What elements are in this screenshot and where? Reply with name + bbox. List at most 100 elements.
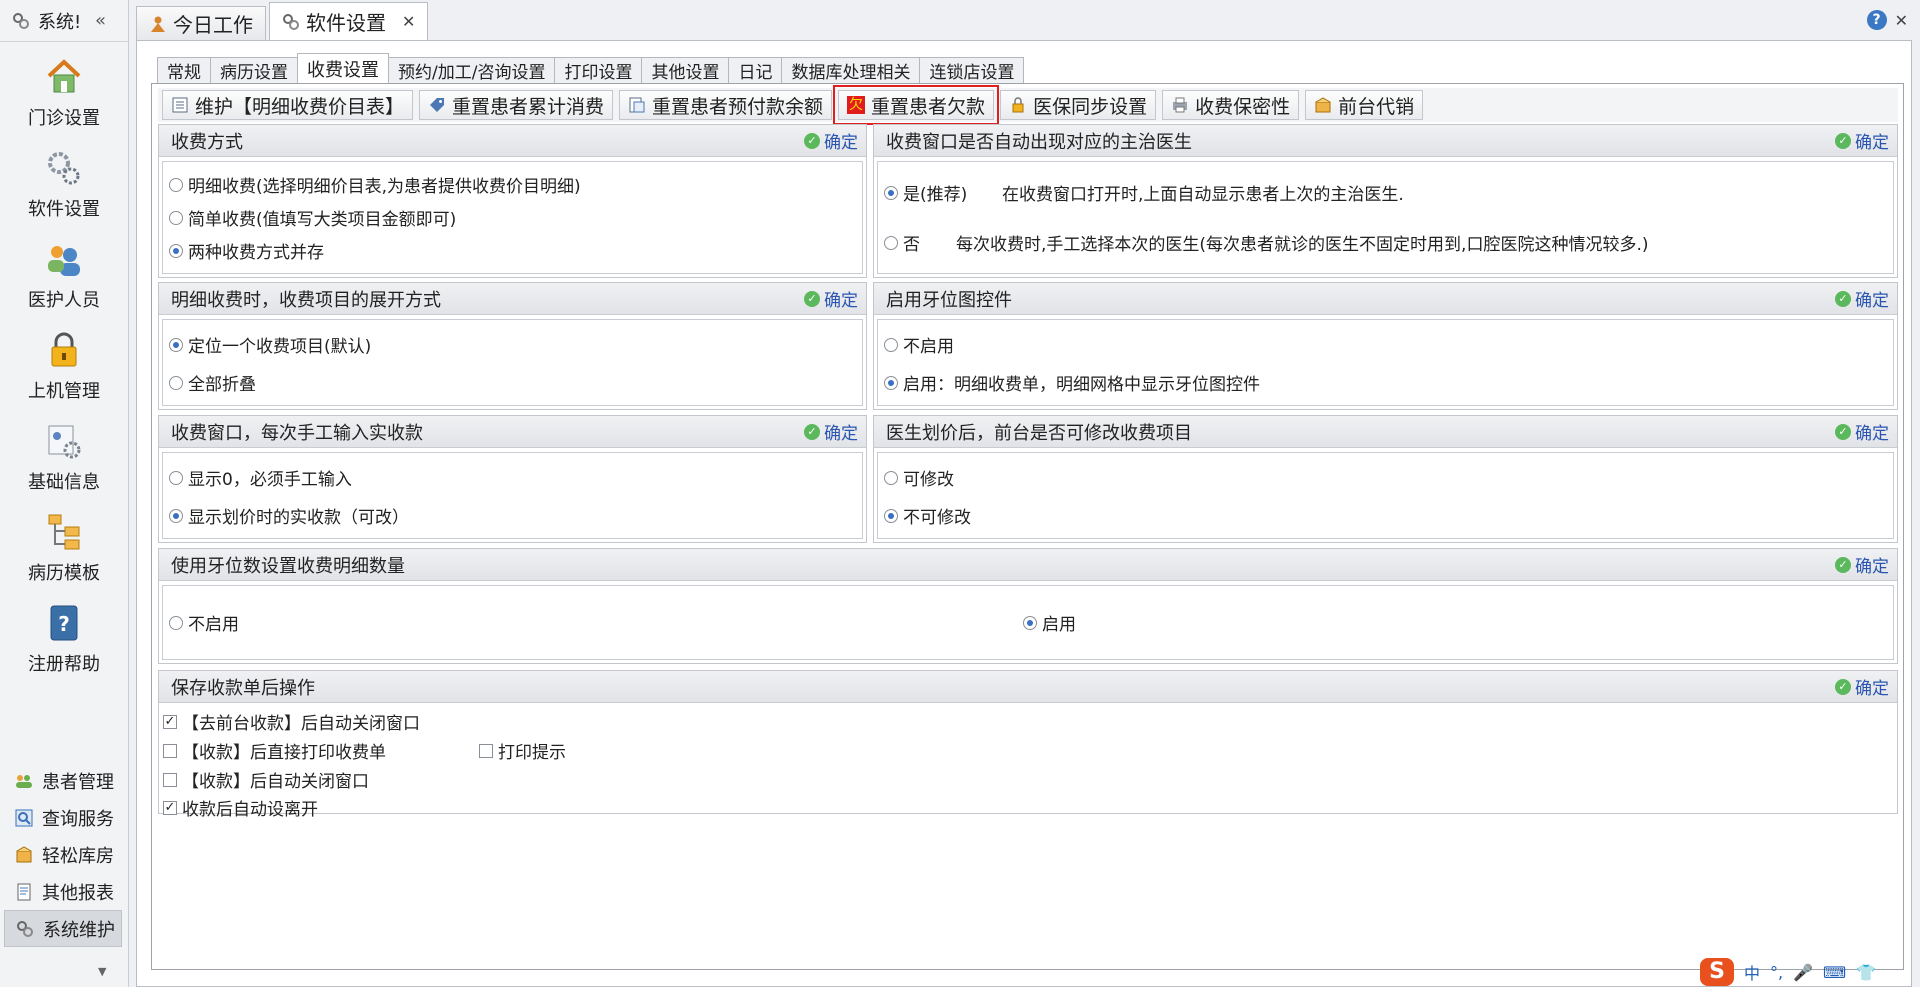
check-icon: ✓ (1835, 678, 1851, 695)
radio-indicator (884, 337, 898, 352)
tab-fee-settings[interactable]: 收费设置 (297, 53, 389, 83)
document-icon (629, 97, 645, 113)
nav-software-settings[interactable]: 软件设置 (9, 143, 119, 234)
radio-show-zero[interactable]: 显示0，必须手工输入 (169, 465, 352, 490)
check-set-leave-after-payment[interactable]: ✓ 收款后自动设离开 (163, 795, 318, 820)
radio-both-fee[interactable]: 两种收费方式并存 (169, 238, 324, 263)
radio-detail-fee[interactable]: 明细收费(选择明细价目表,为患者提供收费价目明细) (169, 172, 581, 197)
tab-chain-store[interactable]: 连锁店设置 (919, 57, 1025, 83)
radio-indicator (884, 470, 898, 485)
nav-label: 上机管理 (28, 381, 100, 402)
help-icon[interactable]: ? (1866, 10, 1887, 30)
close-tab-button[interactable]: ✕ (402, 12, 415, 31)
check-print-prompt[interactable]: 打印提示 (479, 738, 566, 763)
confirm-button[interactable]: ✓ 确定 (804, 286, 858, 311)
module-label: 轻松库房 (42, 845, 114, 867)
sogou-logo-icon[interactable]: S (1700, 958, 1734, 986)
radio-modifiable[interactable]: 可修改 (884, 465, 954, 490)
sidebar-more-button[interactable]: ▼ (98, 965, 106, 978)
option-label: 打印提示 (498, 743, 566, 763)
confirm-label: 确定 (1855, 291, 1889, 311)
nav-medical-staff[interactable]: 医护人员 (9, 234, 119, 325)
settings-tabs: 常规 病历设置 收费设置 预约/加工/咨询设置 打印设置 其他设置 日记 数据库… (157, 53, 1025, 83)
confirm-button[interactable]: ✓ 确定 (1835, 674, 1889, 699)
confirm-button[interactable]: ✓ 确定 (804, 128, 858, 153)
sidebar-modules: 患者管理 查询服务 轻松库房 其他报表 系统维护 (4, 762, 122, 947)
sidebar-header: 系统! « (0, 0, 128, 42)
tab-today-work[interactable]: 今日工作 (136, 6, 266, 40)
panel-body: 可修改 不可修改 (877, 452, 1894, 539)
radio-tooth-count-off[interactable]: 不启用 (169, 610, 239, 635)
confirm-button[interactable]: ✓ 确定 (1835, 128, 1889, 153)
radio-indicator (169, 470, 183, 485)
radio-auto-doctor-yes[interactable]: 是(推荐) 在收费窗口打开时,上面自动显示患者上次的主治医生. (884, 180, 1404, 205)
nav-record-templates[interactable]: 病历模板 (9, 507, 119, 598)
tab-database[interactable]: 数据库处理相关 (781, 57, 921, 83)
tab-general[interactable]: 常规 (157, 57, 211, 83)
reset-patient-debt-button[interactable]: 欠 重置患者欠款 (833, 85, 1000, 125)
confirm-button[interactable]: ✓ 确定 (1835, 419, 1889, 444)
ime-mode[interactable]: 中 (1744, 960, 1760, 984)
box-icon (16, 845, 32, 862)
radio-auto-doctor-no[interactable]: 否 每次收费时,手工选择本次的医生(每次患者就诊的医生不固定时用到,口腔医院这种情… (884, 230, 1648, 255)
fee-confidentiality-button[interactable]: 收费保密性 (1162, 90, 1300, 120)
tab-label: 今日工作 (173, 13, 253, 37)
check-icon: ✓ (1835, 423, 1851, 440)
option-label: 简单收费(值填写大类项目金额即可) (188, 210, 457, 230)
nav-basic-info[interactable]: 基础信息 (9, 416, 119, 507)
tab-medical-record-settings[interactable]: 病历设置 (210, 57, 298, 83)
check-close-after-frontdesk[interactable]: ✓ 【去前台收款】后自动关闭窗口 (163, 709, 420, 734)
module-easy-warehouse[interactable]: 轻松库房 (4, 836, 122, 873)
panel-fee-method: 收费方式 ✓ 确定 明细收费(选择明细价目表,为患者提供收费价目明细) 简单收费(… (158, 124, 867, 278)
check-close-after-payment[interactable]: 【收款】后自动关闭窗口 (163, 767, 369, 792)
module-patient-management[interactable]: 患者管理 (4, 762, 122, 799)
module-query-service[interactable]: 查询服务 (4, 799, 122, 836)
insurance-sync-settings-button[interactable]: 医保同步设置 (1000, 90, 1157, 120)
radio-collapse-all[interactable]: 全部折叠 (169, 370, 256, 395)
maintain-price-list-button[interactable]: 维护【明细收费价目表】 (162, 90, 414, 120)
svg-text:?: ? (58, 612, 70, 636)
button-label: 重置患者预付款余额 (652, 95, 824, 118)
module-system-maintenance[interactable]: 系统维护 (4, 910, 122, 947)
panel-title: 收费窗口，每次手工输入实收款 (171, 422, 423, 444)
module-other-reports[interactable]: 其他报表 (4, 873, 122, 910)
radio-not-modifiable[interactable]: 不可修改 (884, 503, 971, 528)
radio-locate-one[interactable]: 定位一个收费项目(默认) (169, 332, 371, 357)
nav-machine-management[interactable]: 上机管理 (9, 325, 119, 416)
tab-other-settings[interactable]: 其他设置 (641, 57, 730, 83)
radio-simple-fee[interactable]: 简单收费(值填写大类项目金额即可) (169, 205, 456, 230)
radio-tooth-chart-off[interactable]: 不启用 (884, 332, 954, 357)
check-print-after-payment[interactable]: 【收款】后直接打印收费单 (163, 738, 386, 763)
confirm-button[interactable]: ✓ 确定 (1835, 552, 1889, 577)
front-desk-consignment-button[interactable]: 前台代销 (1305, 90, 1424, 120)
tree-icon (48, 514, 80, 550)
reset-prepaid-balance-button[interactable]: 重置患者预付款余额 (619, 90, 833, 120)
radio-indicator (169, 243, 183, 258)
close-window-button[interactable]: ✕ (1895, 11, 1908, 30)
confirm-button[interactable]: ✓ 确定 (804, 419, 858, 444)
microphone-icon[interactable]: 🎤 (1793, 963, 1813, 982)
left-sidebar: 系统! « 门诊设置 软件设置 医护人员 上机管理 基础信息 病历模板 ? 注册… (0, 0, 129, 987)
collapse-sidebar-button[interactable]: « (95, 10, 106, 31)
tab-appointment-settings[interactable]: 预约/加工/咨询设置 (388, 57, 556, 83)
skin-icon[interactable]: 👕 (1856, 963, 1876, 982)
radio-indicator (1023, 615, 1037, 630)
button-label: 前台代销 (1338, 95, 1415, 118)
radio-tooth-count-on[interactable]: 启用 (1023, 610, 1076, 635)
tab-diary[interactable]: 日记 (728, 57, 783, 83)
nav-outpatient-settings[interactable]: 门诊设置 (9, 52, 119, 143)
radio-show-price[interactable]: 显示划价时的实收款（可改） (169, 503, 409, 528)
confirm-label: 确定 (824, 424, 858, 444)
confirm-button[interactable]: ✓ 确定 (1835, 286, 1889, 311)
confirm-label: 确定 (824, 291, 858, 311)
ime-punctuation[interactable]: °, (1770, 963, 1783, 982)
keyboard-icon[interactable]: ⌨ (1823, 963, 1846, 982)
tab-print-settings[interactable]: 打印设置 (554, 57, 643, 83)
button-label: 收费保密性 (1195, 95, 1291, 118)
tab-software-settings[interactable]: 软件设置 ✕ (269, 2, 429, 40)
window-controls: ? ✕ (1866, 10, 1908, 30)
reset-cumulative-spend-button[interactable]: 重置患者累计消费 (419, 90, 614, 120)
nav-registration-help[interactable]: ? 注册帮助 (9, 598, 119, 689)
radio-indicator (169, 177, 183, 192)
radio-tooth-chart-on[interactable]: 启用：明细收费单，明细网格中显示牙位图控件 (884, 370, 1260, 395)
